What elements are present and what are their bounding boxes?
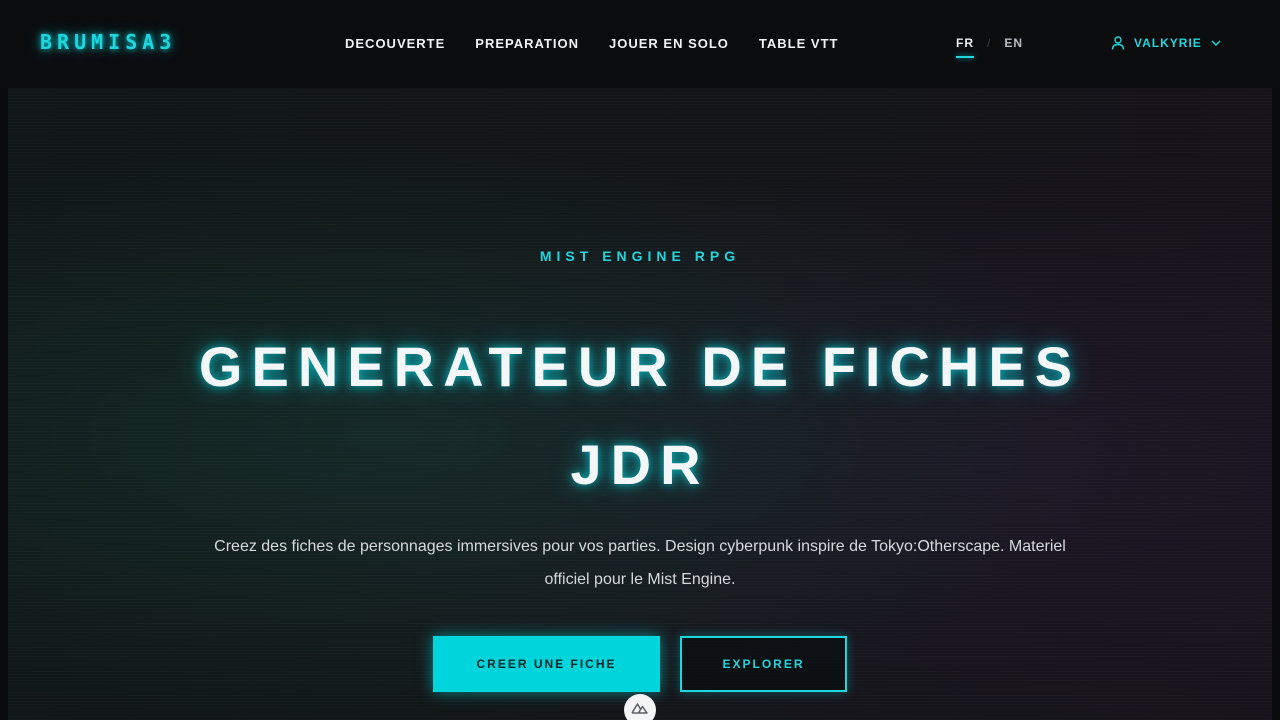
- explore-button[interactable]: EXPLORER: [680, 636, 847, 692]
- top-navbar: BRUMISA3 DECOUVERTE PREPARATION JOUER EN…: [0, 0, 1280, 88]
- language-separator: /: [987, 36, 992, 50]
- language-option-fr[interactable]: FR: [956, 36, 974, 58]
- chevron-down-icon: [1210, 37, 1222, 49]
- hero-subtitle-line-1: Creez des fiches de personnages immersiv…: [214, 538, 1066, 555]
- nav-link-decouverte[interactable]: DECOUVERTE: [345, 36, 445, 51]
- user-menu[interactable]: VALKYRIE: [1110, 35, 1222, 51]
- main-nav: DECOUVERTE PREPARATION JOUER EN SOLO TAB…: [345, 36, 838, 51]
- hero-title: GENERATEUR DE FICHES JDR: [8, 318, 1272, 514]
- hero-subtitle: Creez des fiches de personnages immersiv…: [188, 530, 1092, 596]
- hero-section: MIST ENGINE RPG GENERATEUR DE FICHES JDR…: [8, 88, 1272, 720]
- hero-title-line-1: GENERATEUR DE FICHES: [198, 335, 1082, 398]
- user-name: VALKYRIE: [1134, 36, 1202, 50]
- devtools-toggle-button[interactable]: [624, 694, 656, 720]
- language-switcher: FR / EN: [956, 36, 1023, 58]
- nuxt-logo-icon: [631, 701, 649, 720]
- nav-link-preparation[interactable]: PREPARATION: [475, 36, 579, 51]
- nav-link-jouer-en-solo[interactable]: JOUER EN SOLO: [609, 36, 729, 51]
- hero-title-line-2: JDR: [570, 433, 710, 496]
- brand-logo[interactable]: BRUMISA3: [40, 30, 176, 54]
- hero-eyebrow: MIST ENGINE RPG: [539, 248, 741, 264]
- create-sheet-button[interactable]: CREER UNE FICHE: [433, 636, 660, 692]
- user-icon: [1110, 35, 1126, 51]
- nav-link-table-vtt[interactable]: TABLE VTT: [759, 36, 839, 51]
- language-option-en[interactable]: EN: [1004, 36, 1023, 58]
- hero-subtitle-line-2: officiel pour le Mist Engine.: [544, 571, 736, 588]
